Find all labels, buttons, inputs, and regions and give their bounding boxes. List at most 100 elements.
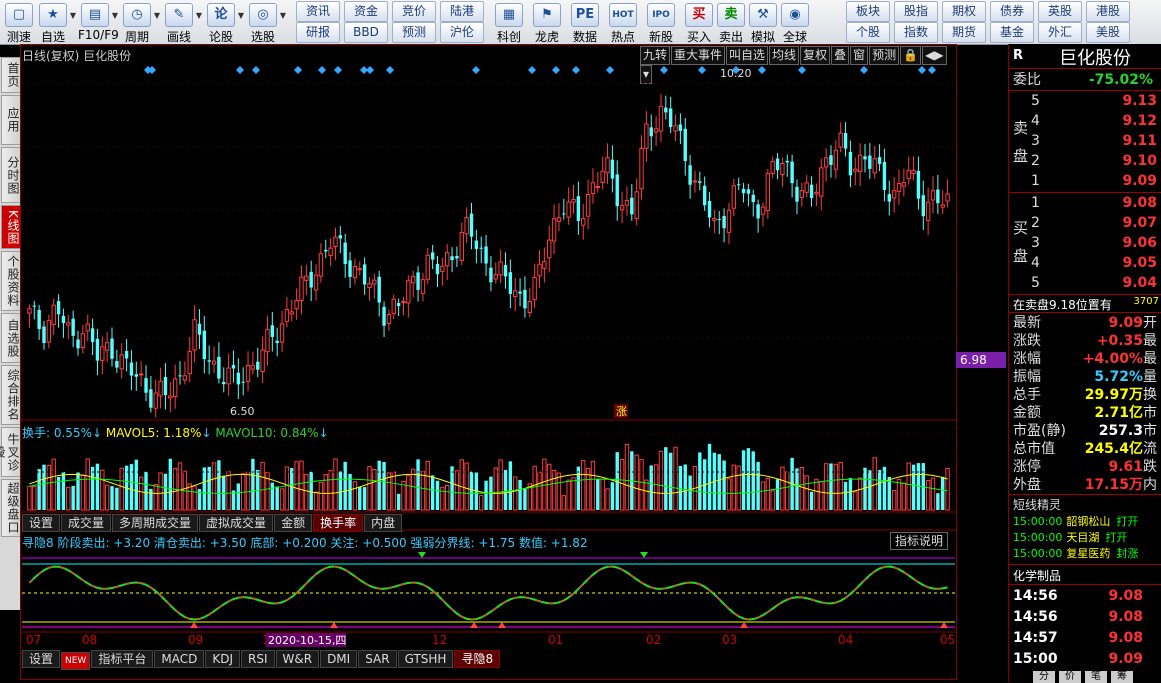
toolbar-link-b2[interactable]: 预测 (392, 22, 436, 43)
leftnav-item-4[interactable]: 个股资料 (1, 251, 21, 311)
news-item[interactable]: 15:00:00 韶钢松山 打开 (1013, 514, 1159, 530)
toolbar-watchlist-button[interactable]: ★ 自选 ▼ (36, 1, 76, 44)
sell-level[interactable]: 3 9.11 (1031, 132, 1157, 150)
indicator-tab-9[interactable]: GTSHH (397, 650, 454, 668)
event-marker-icon[interactable] (294, 66, 302, 74)
indicator-tab-1[interactable]: NEW (61, 652, 91, 670)
sell-level[interactable]: 4 9.12 (1031, 112, 1157, 130)
leftnav-item-0[interactable]: 首页 (1, 57, 21, 93)
indicator-tab-4[interactable]: KDJ (205, 650, 240, 668)
event-marker-icon[interactable] (758, 66, 766, 74)
leftnav-item-3[interactable]: K线图 (1, 205, 21, 249)
toolbar-8-button[interactable]: ◉ 全球 (778, 1, 812, 44)
volume-tab-2[interactable]: 多周期成交量 (112, 514, 199, 532)
footer-tab-0[interactable]: 分 (1033, 671, 1055, 683)
leftnav-item-6[interactable]: 综合排名 (1, 365, 21, 425)
toolbar-page-down-button[interactable]: ▢ 测速 (2, 1, 36, 44)
toolbar-6-button[interactable]: 卖卖出 (714, 1, 748, 44)
event-marker-icon[interactable] (318, 66, 326, 74)
chevron-down-icon[interactable]: ▼ (112, 11, 118, 20)
market-link-3[interactable]: 债券 (990, 1, 1034, 22)
event-marker-icon[interactable] (334, 66, 342, 74)
chevron-down-icon[interactable]: ▼ (280, 11, 286, 20)
volume-tab-6[interactable]: 内盘 (364, 514, 403, 532)
toolbar-link-b0[interactable]: 研报 (296, 22, 340, 43)
indicator-tab-0[interactable]: 设置 (22, 650, 61, 668)
indicator-explain-button[interactable]: 指标说明 (890, 532, 949, 550)
event-marker-icon[interactable] (572, 66, 580, 74)
volume-tab-4[interactable]: 金额 (274, 514, 313, 532)
indicator-tab-10[interactable]: 寻隐8 (454, 650, 501, 668)
toolbar-draw-button[interactable]: ✎ 画线 ▼ (162, 1, 202, 44)
toolbar-link-b1[interactable]: BBD (344, 22, 388, 43)
leftnav-item-8[interactable]: 超级盘口 (1, 479, 21, 537)
toolbar-3-button[interactable]: HOT 热点 (606, 1, 640, 44)
sell-level[interactable]: 1 9.09 (1031, 172, 1157, 190)
kline-chart-area[interactable]: 日线(复权) 巨化股份 九转 重大事件 叫自选 均线 复权叠窗预测 🔒 ◀▶▾ 10.20 6… (20, 44, 957, 680)
leftnav-item-1[interactable]: 应用 (1, 95, 21, 145)
buy-level[interactable]: 5 9.04 (1031, 274, 1157, 292)
market-link-b0[interactable]: 个股 (846, 22, 890, 43)
market-link-2[interactable]: 期权 (942, 1, 986, 22)
event-marker-icon[interactable] (606, 66, 614, 74)
volume-tab-1[interactable]: 成交量 (61, 514, 112, 532)
toolbar-0-button[interactable]: ▦ 科创 (492, 1, 526, 44)
toolbar-4-button[interactable]: IPO 新股 (644, 1, 678, 44)
market-link-0[interactable]: 板块 (846, 1, 890, 22)
toolbar-2-button[interactable]: PE 数据 (568, 1, 602, 44)
toolbar-link-3[interactable]: 陆港 (440, 1, 484, 22)
toolbar-link-b3[interactable]: 沪伦 (440, 22, 484, 43)
volume-tab-0[interactable]: 设置 (22, 514, 61, 532)
event-marker-icon[interactable] (472, 66, 480, 74)
toolbar-5-button[interactable]: 买买入 (682, 1, 716, 44)
sell-level[interactable]: 2 9.10 (1031, 152, 1157, 170)
event-marker-icon[interactable] (660, 66, 668, 74)
buy-level[interactable]: 1 9.08 (1031, 194, 1157, 212)
indicator-tab-7[interactable]: DMI (320, 650, 358, 668)
event-marker-icon[interactable] (918, 66, 926, 74)
buy-level[interactable]: 2 9.07 (1031, 214, 1157, 232)
indicator-tab-8[interactable]: SAR (358, 650, 397, 668)
sell-level[interactable]: 5 9.13 (1031, 92, 1157, 110)
toolbar-link-0[interactable]: 资讯 (296, 1, 340, 22)
market-link-5[interactable]: 港股 (1086, 1, 1130, 22)
toolbar-link-1[interactable]: 资金 (344, 1, 388, 22)
event-marker-icon[interactable] (698, 66, 706, 74)
toolbar-select-button[interactable]: ◎ 选股 ▼ (246, 1, 286, 44)
event-marker-icon[interactable] (386, 66, 394, 74)
news-item[interactable]: 15:00:00 天目湖 打开 (1013, 530, 1159, 546)
event-marker-icon[interactable] (928, 66, 936, 74)
market-link-b3[interactable]: 基金 (990, 22, 1034, 43)
indicator-tab-2[interactable]: 指标平台 (91, 650, 154, 668)
leftnav-item-7[interactable]: 牛叉诊股 (0, 427, 21, 477)
news-item[interactable]: 15:00:00 复星医药 封涨 (1013, 546, 1159, 562)
market-link-4[interactable]: 英股 (1038, 1, 1082, 22)
event-marker-icon[interactable] (252, 66, 260, 74)
event-marker-icon[interactable] (366, 66, 374, 74)
event-marker-icon[interactable] (860, 66, 868, 74)
toolbar-1-button[interactable]: ⚑ 龙虎 (530, 1, 564, 44)
indicator-tab-5[interactable]: RSI (241, 650, 275, 668)
toolbar-lungu-button[interactable]: 论论股 ▼ (204, 1, 244, 44)
event-marker-icon[interactable] (236, 66, 244, 74)
buy-level[interactable]: 3 9.06 (1031, 234, 1157, 252)
chevron-down-icon[interactable]: ▼ (70, 11, 76, 20)
leftnav-item-2[interactable]: 分时图 (1, 147, 21, 203)
toolbar-f10-button[interactable]: ▤ F10/F9 ▼ (78, 1, 119, 43)
event-marker-icon[interactable] (552, 66, 560, 74)
toolbar-7-button[interactable]: ⚒ 模拟 (746, 1, 780, 44)
market-link-b5[interactable]: 美股 (1086, 22, 1130, 43)
market-link-b2[interactable]: 期货 (942, 22, 986, 43)
kline-svg[interactable]: 10.206.50涨10.209.468.727.987.240.0320.01… (20, 44, 957, 680)
event-marker-icon[interactable] (528, 66, 536, 74)
market-link-1[interactable]: 股指 (894, 1, 938, 22)
footer-tab-2[interactable]: 笔 (1085, 671, 1107, 683)
event-marker-icon[interactable] (798, 66, 806, 74)
indicator-tab-3[interactable]: MACD (154, 650, 205, 668)
volume-tab-5[interactable]: 换手率 (313, 514, 364, 532)
footer-tab-3[interactable]: 筹 (1111, 671, 1133, 683)
market-link-b1[interactable]: 指数 (894, 22, 938, 43)
indicator-tab-6[interactable]: W&R (275, 650, 320, 668)
buy-level[interactable]: 4 9.05 (1031, 254, 1157, 272)
chevron-down-icon[interactable]: ▼ (238, 11, 244, 20)
